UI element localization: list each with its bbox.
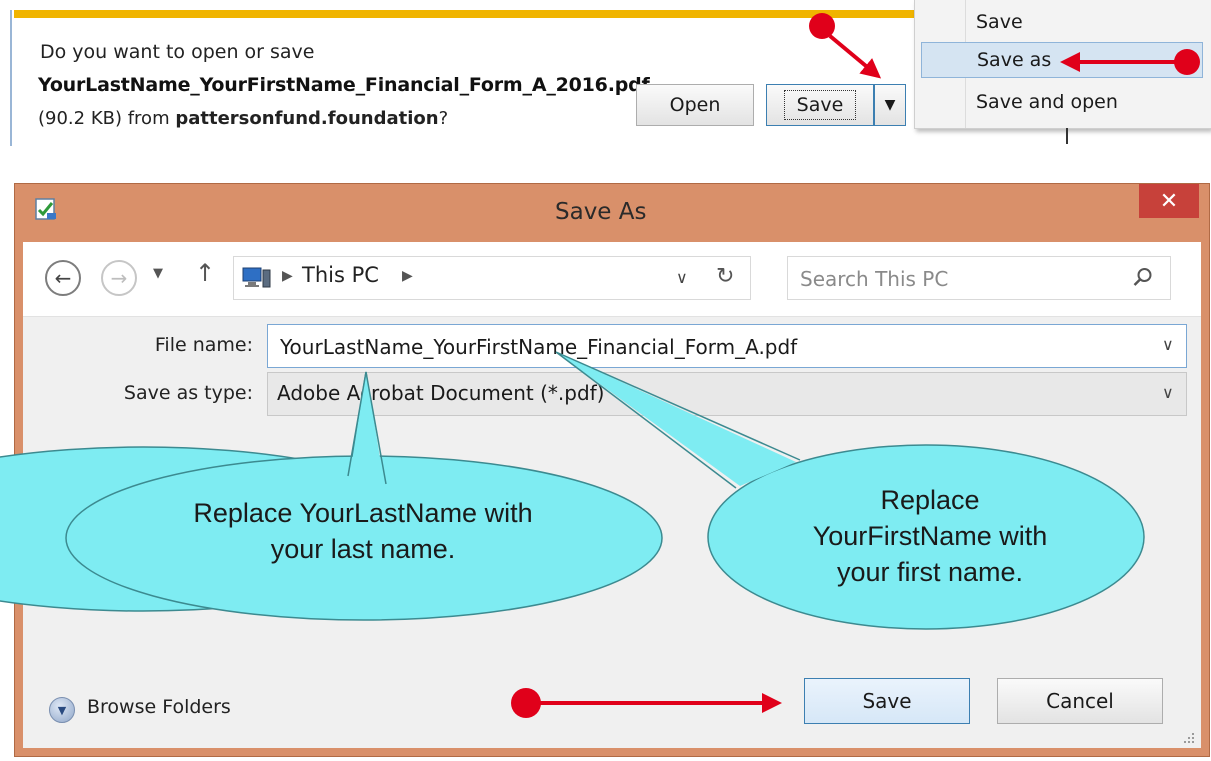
download-size: (90.2 KB) from [38,108,176,129]
navigation-bar: ← → ▼ ↑ ▶ This PC ▶ ∨ ↻ [23,242,1201,317]
save-options-dropdown[interactable]: ▼ [874,84,906,126]
menu-item-save[interactable]: Save [921,4,1203,40]
close-button[interactable]: ✕ [1139,184,1199,218]
download-notification-bar: Do you want to open or save YourLastName… [0,0,1211,148]
arrow-left-icon: ← [54,266,72,290]
callout-last-name-line: your last name. [270,534,456,564]
callout-last-name-text: Replace YourLastName with your last name… [128,495,598,567]
expand-circle-icon: ▼ [49,697,75,723]
callout-last-name-line: Replace YourLastName with [193,498,533,528]
arrow-up-icon: ↑ [195,259,216,287]
download-bar-left-edge [10,10,12,146]
save-as-dialog: Save As ✕ ← → ▼ ↑ ▶ This PC ▶ ∨ ↻ Search… [14,183,1210,757]
breadcrumb-separator-icon[interactable]: ▶ [402,268,413,284]
browse-folders-label: Browse Folders [87,696,231,718]
download-filename: YourLastName_YourFirstName_Financial_For… [38,74,650,96]
chevron-down-icon: ▼ [884,97,896,113]
file-name-input[interactable] [278,331,1142,363]
download-source-suffix: ? [438,108,449,129]
breadcrumb-separator-icon: ▶ [282,268,293,284]
search-icon[interactable] [1132,266,1154,288]
forward-button[interactable]: → [101,260,137,296]
refresh-icon[interactable]: ↻ [716,264,734,289]
address-history-chevron-icon[interactable]: ∨ [676,268,688,287]
callout-first-name-line: YourFirstName with [812,521,1048,551]
save-document-icon [35,198,56,220]
callout-first-name-line: Replace [880,485,980,515]
open-button[interactable]: Open [636,84,754,126]
up-one-level-button[interactable]: ↑ [195,259,215,287]
file-name-label: File name: [154,334,253,356]
file-name-field: ∨ [267,324,1187,368]
arrow-right-icon: → [110,266,128,290]
save-options-menu: Save Save as Save and open [914,0,1211,129]
save-as-type-value: Adobe Acrobat Document (*.pdf) [277,381,605,405]
menu-item-save-as[interactable]: Save as [921,42,1203,78]
save-button-label: Save [783,90,857,120]
callout-first-name-text: Replace YourFirstName with your first na… [730,482,1130,590]
dialog-title: Save As [555,199,647,225]
menu-item-save-and-open[interactable]: Save and open [921,84,1203,120]
computer-icon [242,267,271,288]
callout-first-name-line: your first name. [836,557,1024,587]
search-input[interactable] [798,263,1122,295]
chevron-down-icon: ∨ [1162,383,1174,402]
recent-locations-button[interactable]: ▼ [153,266,163,281]
download-bar-divider [1066,128,1068,144]
download-domain: pattersonfund.foundation [175,108,439,129]
save-button[interactable]: Save [766,84,874,126]
close-icon: ✕ [1159,188,1179,214]
chevron-down-icon: ▼ [153,266,163,281]
download-question: Do you want to open or save [40,41,315,63]
back-button[interactable]: ← [45,260,81,296]
download-source: (90.2 KB) from pattersonfund.foundation? [38,108,448,129]
dialog-save-button[interactable]: Save [804,678,970,724]
address-bar[interactable]: ▶ This PC ▶ ∨ ↻ [233,256,751,300]
search-box [787,256,1171,300]
save-as-type-select[interactable]: Adobe Acrobat Document (*.pdf) ∨ [267,372,1187,416]
save-as-type-label: Save as type: [123,382,253,404]
resize-grip-icon[interactable] [1181,730,1195,744]
dialog-cancel-button[interactable]: Cancel [997,678,1163,724]
breadcrumb-this-pc[interactable]: This PC [302,263,379,287]
file-name-history-chevron-icon[interactable]: ∨ [1162,335,1174,354]
download-bar-accent-line [14,10,914,18]
